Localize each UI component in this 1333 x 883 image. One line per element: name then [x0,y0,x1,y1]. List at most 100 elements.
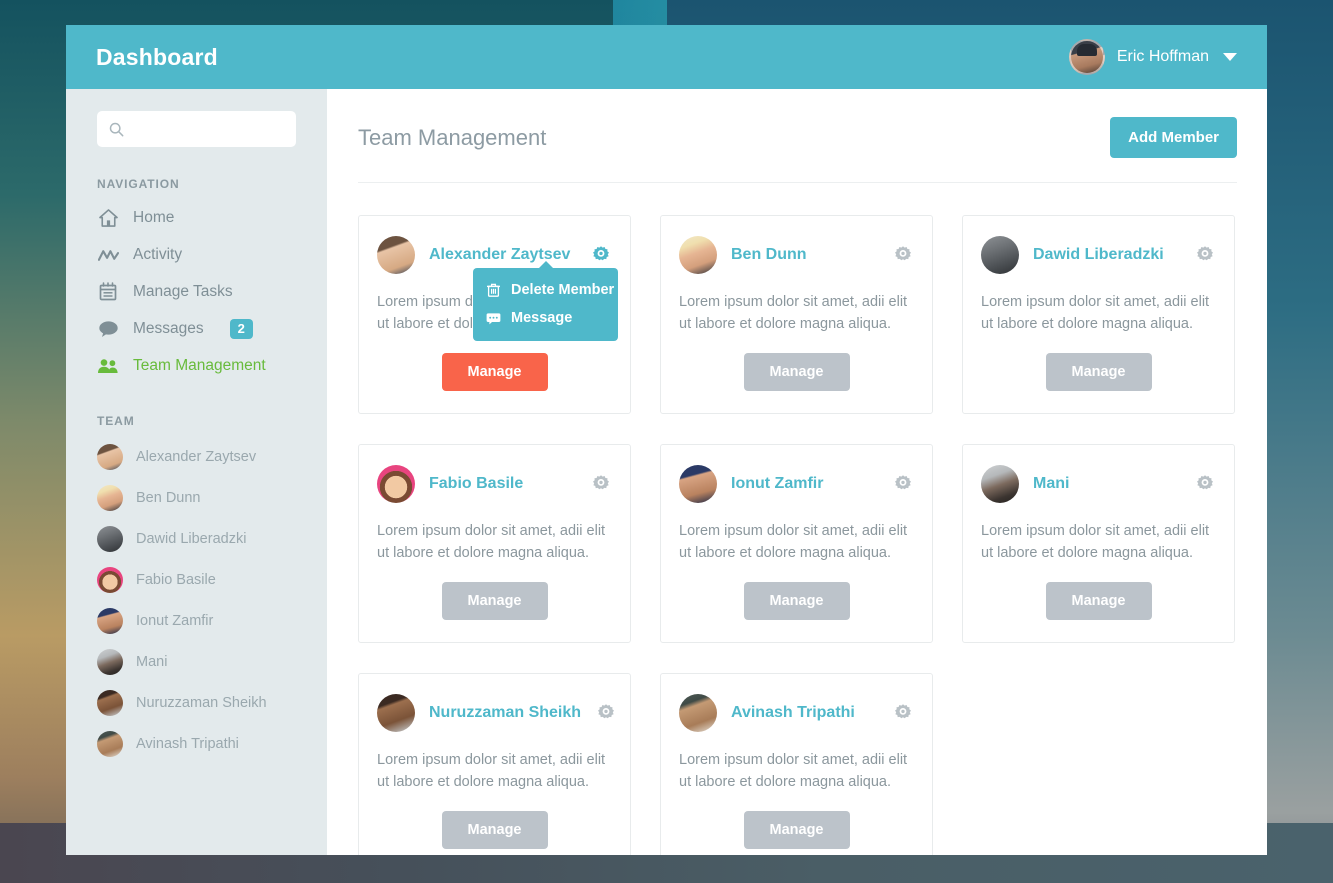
member-name: Mani [1033,475,1070,492]
card-header: Dawid Liberadzki [981,236,1216,274]
top-bar: Dashboard Eric Hoffman [66,25,1267,89]
card-actions: Manage [981,353,1216,391]
sidebar-item-label: Team Management [133,356,266,374]
avatar [679,465,717,503]
member-cards-grid: Alexander Zaytsev Lorem ipsum dolor sit … [358,215,1237,855]
list-item[interactable]: Avinash Tripathi [66,723,327,764]
manage-button[interactable]: Manage [1045,582,1152,620]
member-description: Lorem ipsum dolor sit amet, adii elit ut… [679,523,908,561]
member-description: Lorem ipsum dolor sit amet, adii elit ut… [679,294,908,332]
avatar [377,694,415,732]
user-name: Eric Hoffman [1116,48,1209,65]
card-actions: Manage [679,353,914,391]
team-member-name: Avinash Tripathi [136,735,239,752]
sidebar-item-activity[interactable]: Activity [66,236,327,273]
card-actions: Manage [377,811,612,849]
gear-icon[interactable] [892,702,914,724]
sidebar-item-manage-tasks[interactable]: Manage Tasks [66,273,327,310]
page-header: Team Management Add Member [358,117,1237,183]
manage-button[interactable]: Manage [743,811,850,849]
sidebar-item-home[interactable]: Home [66,199,327,236]
card-header: Nuruzzaman Sheikh [377,694,615,732]
manage-button[interactable]: Manage [743,582,850,620]
gear-icon[interactable] [892,473,914,495]
add-member-button[interactable]: Add Member [1110,117,1237,158]
menu-item-label: Message [511,310,573,326]
list-item[interactable]: Alexander Zaytsev [66,436,327,477]
manage-button[interactable]: Manage [441,811,548,849]
card-header: Avinash Tripathi [679,694,914,732]
member-card: Fabio Basile Lorem ipsum dolor sit amet,… [358,444,631,643]
main-content: Team Management Add Member Alexander Zay… [327,89,1267,855]
card-actions: Manage [679,811,914,849]
trash-icon [486,283,501,298]
member-card: Mani Lorem ipsum dolor sit amet, adii el… [962,444,1235,643]
member-actions-popover: Delete Member Message [473,261,618,341]
sidebar-item-label: Manage Tasks [133,282,233,300]
team-member-name: Nuruzzaman Sheikh [136,694,267,711]
chevron-down-icon [1223,53,1237,61]
list-item[interactable]: Ionut Zamfir [66,600,327,641]
member-description: Lorem ipsum dolor sit amet, adii elit ut… [679,752,908,790]
member-card: Alexander Zaytsev Lorem ipsum dolor sit … [358,215,631,414]
card-header: Mani [981,465,1216,503]
sidebar-item-team-management[interactable]: Team Management [66,347,327,384]
list-item[interactable]: Ben Dunn [66,477,327,518]
member-description: Lorem ipsum dolor sit amet, adii elit ut… [981,294,1210,332]
team-member-name: Mani [136,653,168,670]
team-member-name: Ben Dunn [136,489,201,506]
member-name: Ionut Zamfir [731,475,824,492]
app-title: Dashboard [96,43,218,70]
app-window: Dashboard Eric Hoffman NAVIGATION Home A… [66,25,1267,855]
search-input[interactable] [132,121,284,137]
team-member-name: Ionut Zamfir [136,612,214,629]
member-card: Nuruzzaman Sheikh Lorem ipsum dolor sit … [358,673,631,855]
gear-icon[interactable] [1194,473,1216,495]
manage-button[interactable]: Manage [743,353,850,391]
member-description: Lorem ipsum dolor sit amet, adii elit ut… [981,523,1210,561]
list-item[interactable]: Nuruzzaman Sheikh [66,682,327,723]
member-name: Avinash Tripathi [731,704,855,721]
calendar-icon [97,281,119,303]
manage-button[interactable]: Manage [1045,353,1152,391]
avatar [97,443,123,470]
user-menu[interactable]: Eric Hoffman [1068,39,1237,75]
search-box[interactable] [97,111,296,147]
sidebar: NAVIGATION Home Activity Manage Tasks Me… [66,89,327,855]
avatar [377,236,415,274]
manage-button[interactable]: Manage [441,582,548,620]
list-item[interactable]: Fabio Basile [66,559,327,600]
member-description: Lorem ipsum dolor sit amet, adii elit ut… [377,523,606,561]
menu-item-label: Delete Member [511,282,615,298]
card-actions: Manage [377,353,612,391]
users-icon [97,355,119,377]
list-item[interactable]: Mani [66,641,327,682]
member-card: Avinash Tripathi Lorem ipsum dolor sit a… [660,673,933,855]
sidebar-item-label: Home [133,208,175,226]
delete-member-menu-item[interactable]: Delete Member [473,276,618,304]
avatar [981,465,1019,503]
avatar [679,694,717,732]
avatar [97,648,123,675]
gear-icon[interactable] [595,702,617,724]
member-card: Ben Dunn Lorem ipsum dolor sit amet, adi… [660,215,933,414]
team-member-name: Fabio Basile [136,571,216,588]
sidebar-item-label: Activity [133,245,183,263]
member-card: Ionut Zamfir Lorem ipsum dolor sit amet,… [660,444,933,643]
gear-icon[interactable] [590,473,612,495]
avatar [679,236,717,274]
message-icon [486,311,501,326]
card-header: Fabio Basile [377,465,612,503]
manage-button[interactable]: Manage [441,353,548,391]
gear-icon[interactable] [590,244,612,266]
list-item[interactable]: Dawid Liberadzki [66,518,327,559]
sidebar-item-messages[interactable]: Messages 2 [66,310,327,347]
status-badge: 2 [229,318,253,339]
avatar [97,484,123,511]
gear-icon[interactable] [1194,244,1216,266]
search-icon [109,122,124,136]
navigation-section-label: NAVIGATION [97,177,180,191]
member-name: Fabio Basile [429,475,524,492]
gear-icon[interactable] [892,244,914,266]
message-menu-item[interactable]: Message [473,304,618,332]
